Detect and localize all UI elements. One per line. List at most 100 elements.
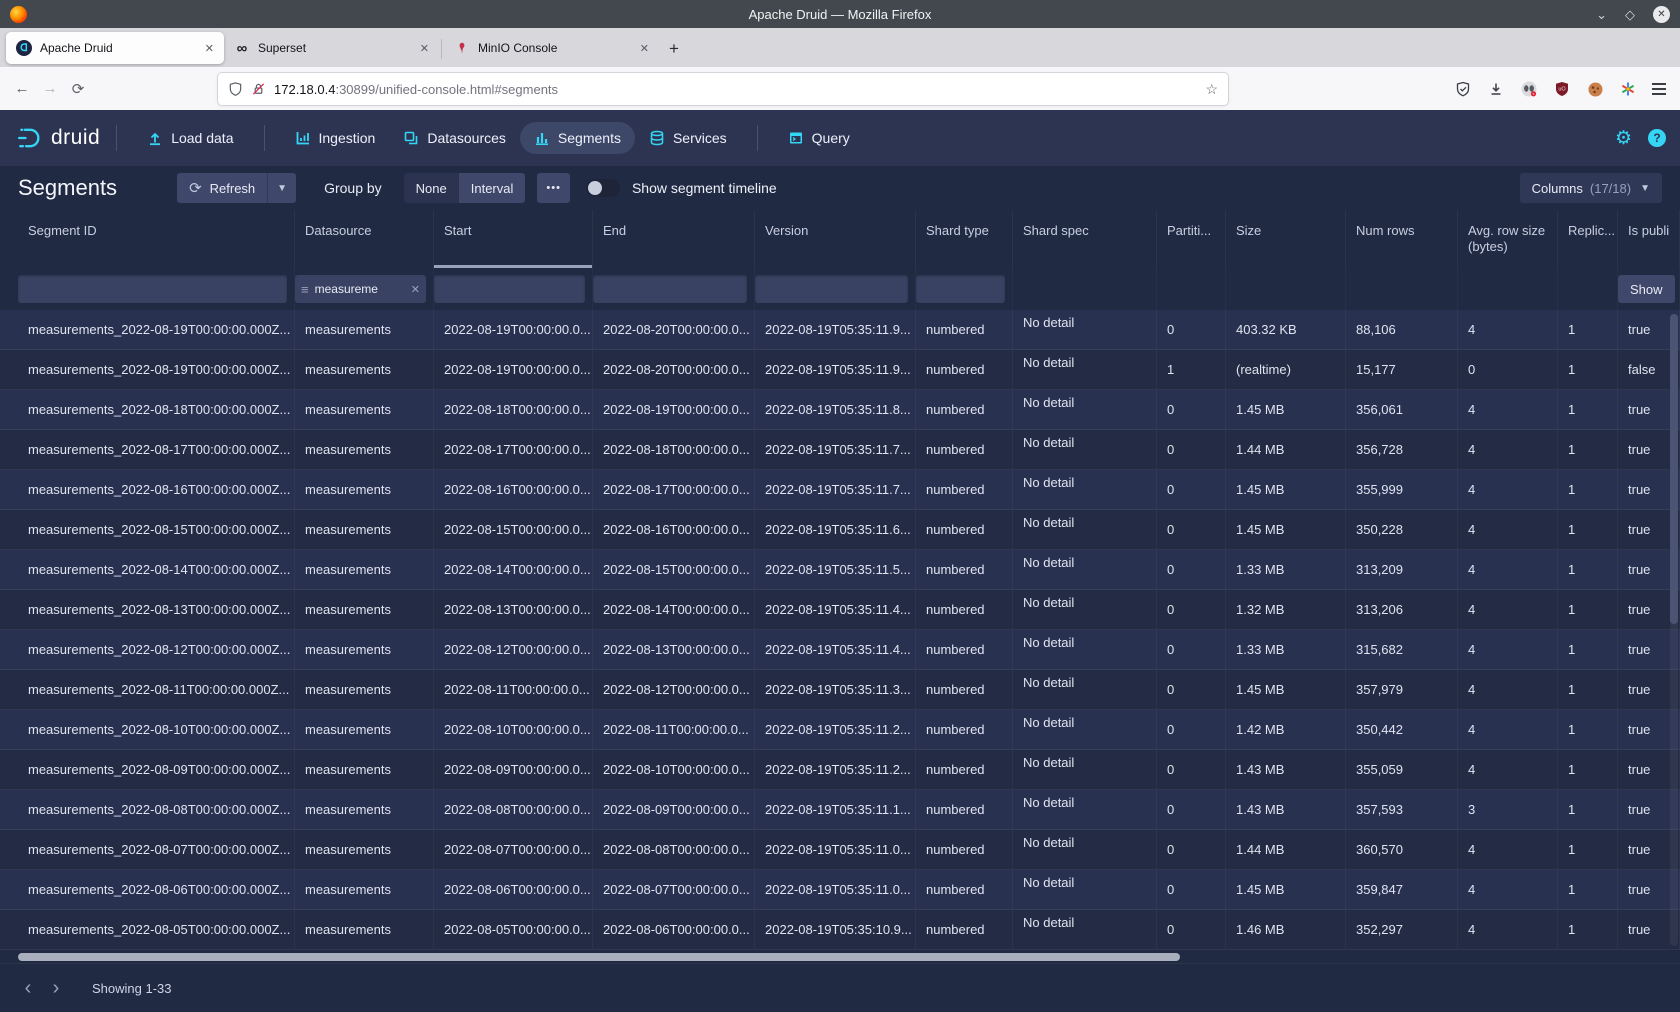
tab-minio-console[interactable]: MinIO Console ✕ <box>444 32 659 64</box>
url-bar[interactable]: 172.18.0.4:30899/unified-console.html#se… <box>218 73 1228 105</box>
column-header-end[interactable]: End <box>593 210 755 268</box>
table-row[interactable]: measurements_2022-08-16T00:00:00.000Z...… <box>0 470 1680 510</box>
cell-start: 2022-08-16T00:00:00.0... <box>434 470 593 509</box>
column-header-num_rows[interactable]: Num rows <box>1346 210 1458 268</box>
nav-item-segments[interactable]: Segments <box>520 122 635 154</box>
column-header-start[interactable]: Start <box>434 210 593 268</box>
menu-hamburger-icon[interactable] <box>1652 83 1666 95</box>
column-header-version[interactable]: Version <box>755 210 916 268</box>
nav-item-load-data[interactable]: Load data <box>133 122 247 154</box>
cookie-extension-icon[interactable] <box>1586 80 1604 98</box>
tracking-shield-icon[interactable] <box>228 81 243 97</box>
cell-shard_type: numbered <box>916 710 1013 749</box>
close-window-icon[interactable]: ✕ <box>1653 6 1670 23</box>
is-published-filter-button[interactable]: Show <box>1618 275 1675 303</box>
cell-num_rows: 360,570 <box>1346 830 1458 869</box>
cell-replication: 1 <box>1558 670 1618 709</box>
previous-page-icon[interactable]: ‹ <box>14 978 42 998</box>
column-header-size[interactable]: Size <box>1226 210 1346 268</box>
table-row[interactable]: measurements_2022-08-14T00:00:00.000Z...… <box>0 550 1680 590</box>
filter-input-version[interactable] <box>755 275 908 303</box>
filter-input-end[interactable] <box>593 275 747 303</box>
minimize-icon[interactable]: ⌄ <box>1596 8 1607 21</box>
shield-extension-icon[interactable] <box>1454 80 1472 98</box>
table-row[interactable]: measurements_2022-08-18T00:00:00.000Z...… <box>0 390 1680 430</box>
filter-chip-datasource[interactable]: ≡measureme✕ <box>295 275 426 303</box>
druid-logo[interactable]: druid <box>14 124 100 152</box>
column-header-shard_type[interactable]: Shard type <box>916 210 1013 268</box>
column-header-is_published[interactable]: Is publi <box>1618 210 1680 268</box>
insecure-lock-icon[interactable] <box>251 81 266 97</box>
table-row[interactable]: measurements_2022-08-09T00:00:00.000Z...… <box>0 750 1680 790</box>
cell-segment_id: measurements_2022-08-11T00:00:00.000Z... <box>18 670 295 709</box>
help-icon[interactable]: ? <box>1648 129 1666 147</box>
table-row[interactable]: measurements_2022-08-08T00:00:00.000Z...… <box>0 790 1680 830</box>
filter-chip-value: measureme <box>315 282 378 296</box>
table-row[interactable]: measurements_2022-08-17T00:00:00.000Z...… <box>0 430 1680 470</box>
column-header-segment_id[interactable]: Segment ID <box>18 210 295 268</box>
tab-close-icon[interactable]: ✕ <box>420 42 429 55</box>
columns-dropdown-button[interactable]: Columns (17/18) ▼ <box>1520 173 1662 203</box>
table-row[interactable]: measurements_2022-08-06T00:00:00.000Z...… <box>0 870 1680 910</box>
cell-start: 2022-08-10T00:00:00.0... <box>434 710 593 749</box>
table-row[interactable]: measurements_2022-08-11T00:00:00.000Z...… <box>0 670 1680 710</box>
cell-partition: 1 <box>1157 350 1226 389</box>
table-row[interactable]: measurements_2022-08-10T00:00:00.000Z...… <box>0 710 1680 750</box>
window-title: Apache Druid — Mozilla Firefox <box>0 7 1680 22</box>
table-row[interactable]: measurements_2022-08-13T00:00:00.000Z...… <box>0 590 1680 630</box>
cell-replication: 1 <box>1558 790 1618 829</box>
bookmark-star-icon[interactable]: ☆ <box>1205 81 1218 98</box>
segment-timeline-toggle[interactable] <box>586 179 620 197</box>
filter-cell-num_rows <box>1346 268 1458 310</box>
vertical-scrollbar[interactable] <box>1670 314 1678 946</box>
filter-input-start[interactable] <box>434 275 585 303</box>
nav-item-services[interactable]: Services <box>635 122 741 154</box>
forward-button[interactable]: → <box>36 80 64 97</box>
next-page-icon[interactable]: › <box>42 978 70 998</box>
extension-asterisk-icon[interactable] <box>1619 80 1637 98</box>
refresh-dropdown-button[interactable]: ▼ <box>267 173 296 203</box>
table-row[interactable]: measurements_2022-08-19T00:00:00.000Z...… <box>0 310 1680 350</box>
group-by-interval-button[interactable]: Interval <box>459 173 526 203</box>
nav-item-query[interactable]: Query <box>774 122 864 154</box>
table-row[interactable]: measurements_2022-08-19T00:00:00.000Z...… <box>0 350 1680 390</box>
table-row[interactable]: measurements_2022-08-07T00:00:00.000Z...… <box>0 830 1680 870</box>
more-options-button[interactable]: ••• <box>537 173 570 203</box>
ublock-extension-icon[interactable]: uO <box>1553 80 1571 98</box>
cell-avg_row_size: 4 <box>1458 510 1558 549</box>
cell-size: 1.45 MB <box>1226 390 1346 429</box>
filter-chip-remove-icon[interactable]: ✕ <box>411 283 420 296</box>
column-header-partition[interactable]: Partiti... <box>1157 210 1226 268</box>
url-host: 172.18.0.4 <box>274 82 335 97</box>
cell-end: 2022-08-13T00:00:00.0... <box>593 630 755 669</box>
cell-datasource: measurements <box>295 630 434 669</box>
column-header-datasource[interactable]: Datasource <box>295 210 434 268</box>
tab-superset[interactable]: ∞ Superset ✕ <box>224 32 439 64</box>
column-header-replication[interactable]: Replic... <box>1558 210 1618 268</box>
maximize-icon[interactable]: ◇ <box>1625 8 1635 21</box>
reload-button[interactable]: ⟳ <box>64 80 92 98</box>
horizontal-scrollbar-thumb[interactable] <box>18 953 1180 961</box>
group-by-none-button[interactable]: None <box>404 173 459 203</box>
settings-gear-icon[interactable]: ⚙ <box>1615 129 1632 148</box>
downloads-icon[interactable] <box>1487 80 1505 98</box>
services-icon <box>649 130 665 146</box>
filter-input-shard_type[interactable] <box>916 275 1005 303</box>
column-header-shard_spec[interactable]: Shard spec <box>1013 210 1157 268</box>
vertical-scrollbar-thumb[interactable] <box>1670 314 1678 624</box>
column-header-avg_row_size[interactable]: Avg. row size (bytes) <box>1458 210 1558 268</box>
tab-close-icon[interactable]: ✕ <box>205 42 214 55</box>
tab-close-icon[interactable]: ✕ <box>640 42 649 55</box>
new-tab-button[interactable]: + <box>669 39 679 59</box>
tab-apache-druid[interactable]: ᗡ Apache Druid ✕ <box>6 32 224 64</box>
filter-input-segment_id[interactable] <box>18 275 287 303</box>
refresh-button[interactable]: ⟳ Refresh <box>177 173 267 203</box>
nav-item-datasources[interactable]: Datasources <box>389 122 520 154</box>
table-row[interactable]: measurements_2022-08-05T00:00:00.000Z...… <box>0 910 1680 950</box>
page-title: Segments <box>18 175 117 201</box>
table-row[interactable]: measurements_2022-08-12T00:00:00.000Z...… <box>0 630 1680 670</box>
nav-item-ingestion[interactable]: Ingestion <box>281 122 390 154</box>
back-button[interactable]: ← <box>8 80 36 97</box>
proxy-mask-extension-icon[interactable]: x <box>1520 80 1538 98</box>
table-row[interactable]: measurements_2022-08-15T00:00:00.000Z...… <box>0 510 1680 550</box>
